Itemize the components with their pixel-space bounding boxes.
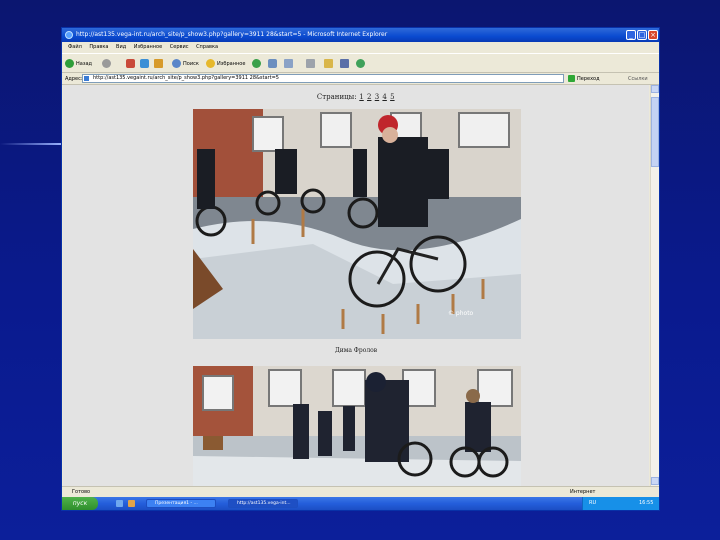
address-label: Адрес: [65,76,83,82]
search-label: Поиск [183,60,199,67]
gallery-photo-2[interactable] [193,366,521,486]
forward-button[interactable] [102,58,111,69]
menu-bar: Файл Правка Вид Избранное Сервис Справка [62,42,659,53]
page-link-4[interactable]: 4 [382,93,386,101]
history-button[interactable] [268,58,277,69]
minimize-button[interactable]: _ [626,30,636,40]
page-link-5[interactable]: 5 [390,93,394,101]
discuss-icon [340,59,349,68]
start-button[interactable]: пуск [62,497,98,510]
links-label[interactable]: Ссылки [628,76,648,82]
maximize-button[interactable]: □ [637,30,647,40]
menu-file[interactable]: Файл [68,42,82,53]
messenger-button[interactable] [356,58,365,69]
address-url: http://ast135.vegaint.ru/arch_site/p_sho… [93,75,279,81]
svg-text:© photo: © photo [448,310,474,317]
toolbar: Назад Поиск Избранное [62,53,659,73]
mail-icon [284,59,293,68]
scroll-thumb[interactable] [651,97,659,167]
media-button[interactable] [252,58,261,69]
close-button[interactable]: × [648,30,658,40]
pagination: Страницы: 1 2 3 4 5 [63,93,649,101]
print-icon [306,59,315,68]
task-button-presentation[interactable]: Презентация1 - ... [146,499,216,508]
taskbar: пуск Презентация1 - ... http://ast135.ve… [62,497,659,510]
address-input[interactable]: http://ast135.vegaint.ru/arch_site/p_sho… [82,74,564,83]
favorites-label: Избранное [217,60,246,67]
back-arrow-icon [65,59,74,68]
back-label: Назад [76,60,93,67]
menu-help[interactable]: Справка [196,42,218,53]
status-bar: Готово Интернет [62,486,659,497]
favorites-button[interactable]: Избранное [206,58,245,69]
vertical-scrollbar[interactable] [650,85,659,486]
discuss-button[interactable] [340,58,349,69]
refresh-icon [140,59,149,68]
forward-arrow-icon [102,59,111,68]
page-link-2[interactable]: 2 [367,93,371,101]
gallery-photo-1[interactable]: © photo [193,109,521,339]
quick-launch-ie-icon[interactable] [128,500,135,507]
photo-1-image: © photo [193,109,521,339]
edit-icon [324,59,333,68]
menu-favorites[interactable]: Избранное [134,42,162,53]
menu-edit[interactable]: Правка [89,42,108,53]
title-bar: http://ast135.vega-int.ru/arch_site/p_sh… [62,28,659,42]
go-arrow-icon [568,75,575,82]
media-icon [252,59,261,68]
print-button[interactable] [306,58,315,69]
language-indicator[interactable]: RU [589,497,596,510]
scroll-up-icon[interactable] [651,85,659,93]
window-title: http://ast135.vega-int.ru/arch_site/p_sh… [76,31,388,38]
star-icon [206,59,215,68]
messenger-icon [356,59,365,68]
page-link-1[interactable]: 1 [359,93,363,101]
page-content: Страницы: 1 2 3 4 5 © photo Дима Фролов [63,85,649,486]
search-icon [172,59,181,68]
menu-tools[interactable]: Сервис [170,42,189,53]
page-link-3[interactable]: 3 [375,93,379,101]
system-tray: RU 16:55 [582,497,659,510]
task-button-browser[interactable]: http://ast135.vega-int... [228,499,298,508]
search-button[interactable]: Поиск [172,58,199,69]
clock: 16:55 [639,500,654,506]
ie-logo-icon [65,31,73,39]
back-button[interactable]: Назад [65,58,92,69]
home-icon [154,59,163,68]
home-button[interactable] [154,58,163,69]
go-label: Переход [577,75,600,82]
photo-2-image [193,366,521,486]
menu-view[interactable]: Вид [116,42,126,53]
page-icon [84,76,89,81]
scroll-down-icon[interactable] [651,477,659,485]
go-button[interactable]: Переход [568,75,600,82]
refresh-button[interactable] [140,58,149,69]
pagination-label: Страницы: [316,93,357,101]
quick-launch-desktop-icon[interactable] [116,500,123,507]
browser-window: http://ast135.vega-int.ru/arch_site/p_sh… [61,27,660,511]
photo-caption: Дима Фролов [334,347,378,354]
edit-button[interactable] [324,58,333,69]
mail-button[interactable] [284,58,293,69]
slide-decor-line [0,143,62,145]
stop-button[interactable] [126,58,135,69]
stop-icon [126,59,135,68]
history-icon [268,59,277,68]
address-bar: Адрес: http://ast135.vegaint.ru/arch_sit… [62,73,659,85]
